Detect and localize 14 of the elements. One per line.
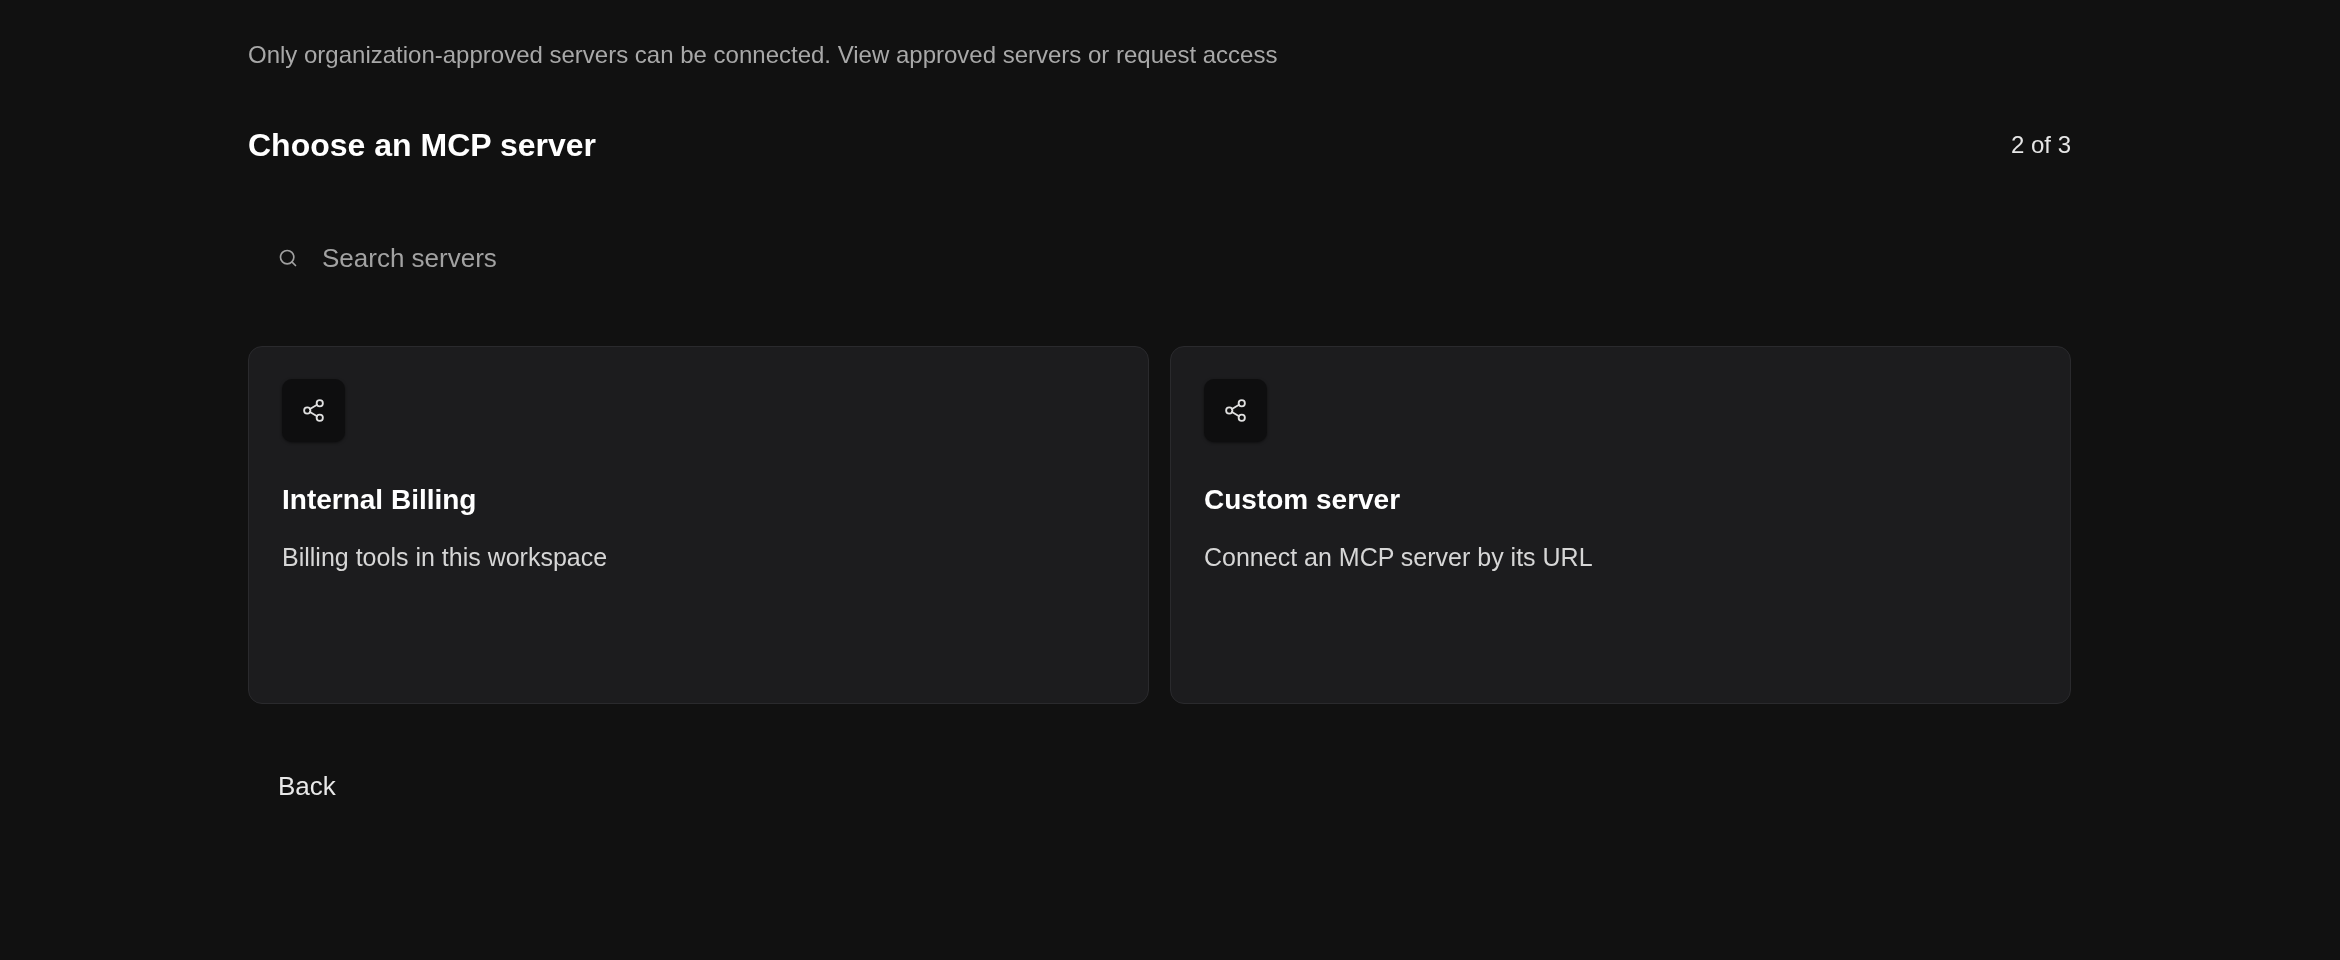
server-name: Custom server — [1204, 483, 1401, 517]
search-field[interactable]: Search servers — [322, 238, 882, 278]
server-name: Internal Billing — [282, 483, 477, 517]
back-button[interactable]: Back — [248, 758, 366, 814]
server-description: Billing tools in this workspace — [282, 542, 608, 573]
page-title: Choose an MCP server — [248, 126, 596, 165]
share-icon — [282, 379, 345, 442]
step-counter: 2 of 3 — [2010, 130, 2071, 160]
notice-text: Only organization-approved servers can be connected. View approved servers or request access — [248, 40, 1278, 70]
server-card[interactable]: Custom server Connect an MCP server by its URL — [1170, 346, 2071, 704]
search-icon — [278, 248, 298, 268]
share-icon — [1204, 379, 1267, 442]
server-card[interactable]: Internal Billing Billing tools in this workspace — [248, 346, 1149, 704]
server-description: Connect an MCP server by its URL — [1204, 542, 1593, 573]
